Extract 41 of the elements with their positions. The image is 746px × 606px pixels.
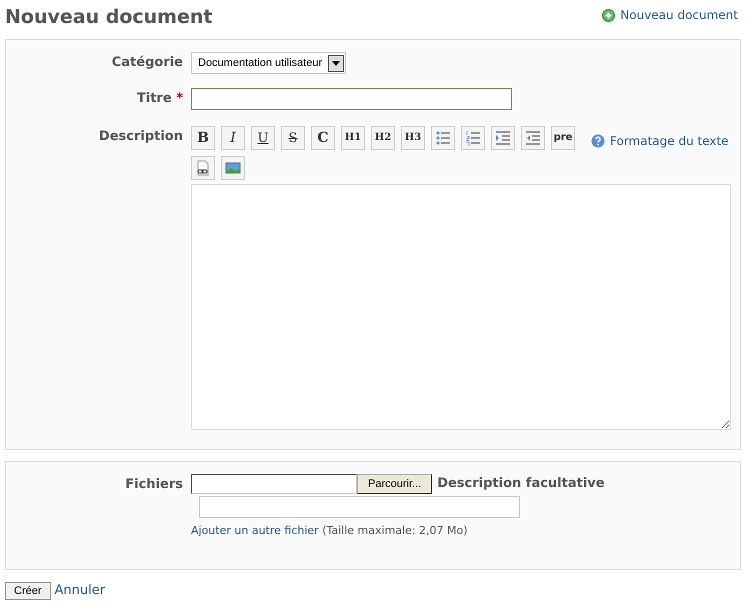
new-document-link[interactable]: Nouveau document [602, 5, 741, 24]
underline-button[interactable]: U [251, 126, 275, 150]
text-formatting-link[interactable]: Formatage du texte [591, 132, 729, 150]
bulleted-list-button[interactable] [431, 126, 455, 150]
cancel-link[interactable]: Annuler [54, 581, 106, 600]
field-label: Description facultative [437, 475, 605, 494]
strikethrough-button[interactable]: S [281, 126, 305, 150]
max-size-note: (Taille maximale: 2,07 Mo) [322, 524, 468, 537]
wiki-link-button[interactable] [191, 156, 215, 180]
category-select[interactable]: Documentation utilisateur [191, 52, 346, 74]
plus-icon [602, 8, 616, 22]
file-input[interactable] [191, 474, 357, 494]
bold-button[interactable]: B [191, 126, 215, 150]
indent-icon [495, 130, 511, 146]
browse-button[interactable]: Parcourir... [357, 474, 432, 494]
preformatted-button[interactable]: pre [551, 126, 575, 150]
create-button[interactable]: Créer [5, 582, 51, 600]
field-label: Fichiers [124, 476, 184, 494]
numbered-list-button[interactable] [461, 126, 485, 150]
code-button[interactable]: C [311, 126, 335, 150]
image-icon [225, 160, 241, 176]
help-icon [591, 134, 605, 148]
heading-button[interactable]: H3 [401, 126, 425, 150]
italic-button[interactable]: I [221, 126, 245, 150]
field-label: Catégorie [110, 54, 184, 72]
field-label: Description [98, 128, 184, 146]
indent-button[interactable] [491, 126, 515, 150]
field-label: Titre [136, 91, 172, 106]
page-title: Nouveau document [5, 5, 212, 29]
bulleted-list-icon [435, 130, 451, 146]
heading-button[interactable]: H2 [371, 126, 395, 150]
numbered-list-icon [465, 130, 481, 146]
image-button[interactable] [221, 156, 245, 180]
title-input[interactable] [191, 88, 512, 110]
heading-button[interactable]: H1 [341, 126, 365, 150]
add-file-link[interactable]: Ajouter un autre fichier [191, 524, 319, 537]
file-description-input[interactable] [199, 496, 520, 518]
outdent-button[interactable] [521, 126, 545, 150]
required-mark: * [176, 91, 183, 106]
page-link-icon [195, 160, 211, 176]
outdent-icon [525, 130, 541, 146]
